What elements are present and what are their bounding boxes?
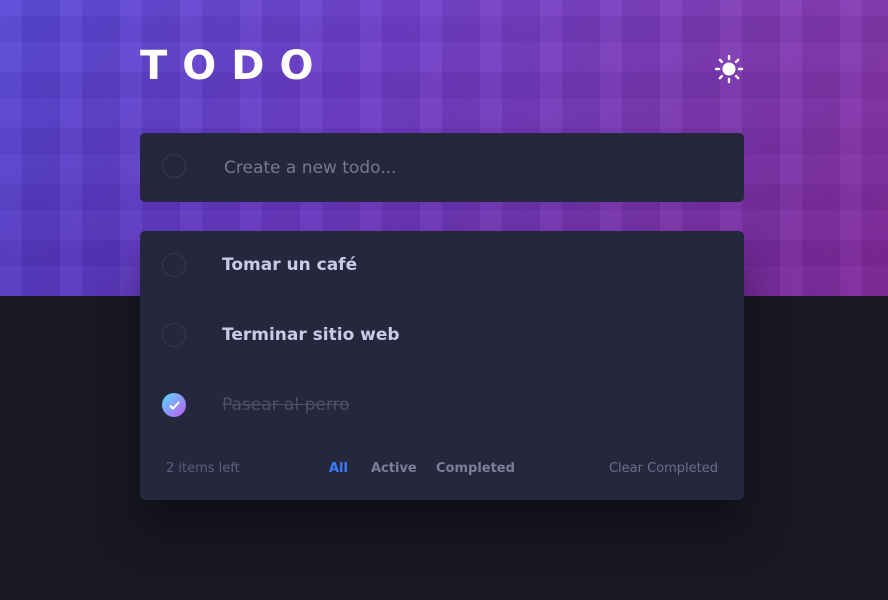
new-todo-input[interactable] [222,153,706,183]
todo-checkbox-checked[interactable] [162,393,186,417]
sun-icon [714,54,744,84]
theme-toggle-button[interactable] [712,52,746,86]
app-title: TODO [140,43,329,89]
new-todo-bar [140,133,744,202]
todo-text: Pasear al perro [222,395,350,415]
new-todo-circle[interactable] [162,154,186,178]
filter-completed[interactable]: Completed [436,461,515,476]
todo-text: Terminar sitio web [222,325,400,345]
items-left-count: 2 items left [166,461,240,476]
filter-all[interactable]: All [329,461,348,476]
filter-active[interactable]: Active [371,461,417,476]
todo-item-completed[interactable]: Pasear al perro [140,371,744,441]
check-icon [168,400,180,410]
todo-app: TODO Tomar un café Terminar [0,0,888,600]
todo-item[interactable]: Tomar un café [140,231,744,301]
clear-completed-button[interactable]: Clear Completed [609,461,718,476]
todo-footer: 2 items left All Active Completed Clear … [140,449,744,489]
todo-text: Tomar un café [222,255,358,275]
todo-checkbox[interactable] [162,323,186,347]
todo-list: Tomar un café Terminar sitio web Pasear … [140,231,744,500]
todo-item[interactable]: Terminar sitio web [140,301,744,371]
todo-checkbox[interactable] [162,253,186,277]
